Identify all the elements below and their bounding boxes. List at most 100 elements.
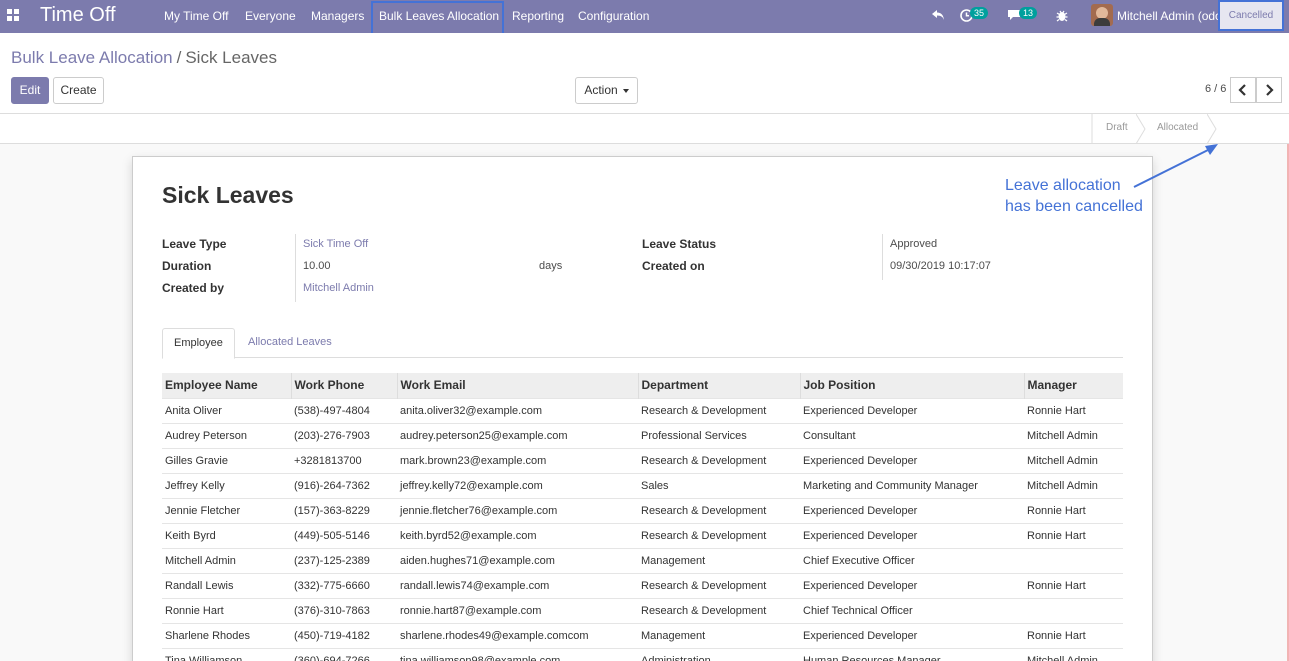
chevron-right-icon [1266,84,1274,96]
table-cell: ronnie.hart87@example.com [397,597,638,623]
table-cell: audrey.peterson25@example.com [397,422,638,448]
pager-previous-button[interactable] [1230,77,1256,103]
table-cell: mark.brown23@example.com [397,447,638,473]
table-cell: Sales [638,472,800,498]
table-cell: Mitchell Admin [1024,447,1123,473]
table-cell: Ronnie Hart [1024,522,1123,548]
table-cell: Mitchell Admin [1024,647,1123,661]
menu-my-time-off[interactable]: My Time Off [164,9,228,23]
table-cell: (157)-363-8229 [291,497,397,523]
breadcrumb-parent[interactable]: Bulk Leave Allocation [11,48,173,67]
table-cell: Randall Lewis [162,572,291,598]
table-header-row: Employee Name Work Phone Work Email Departm… [162,373,1123,398]
table-cell: Gilles Gravie [162,447,291,473]
table-cell: Jeffrey Kelly [162,472,291,498]
stage-cancelled-current[interactable]: Cancelled [1218,0,1284,31]
menu-reporting[interactable]: Reporting [512,9,564,23]
edit-button[interactable]: Edit [11,77,49,104]
table-row[interactable]: Anita Oliver (538)-497-4804 anita.oliver32… [162,397,1123,423]
control-panel: Bulk Leave Allocation / Sick Leaves Edit C… [0,33,1289,114]
stage-allocated[interactable]: Allocated [1157,122,1198,133]
tab-allocated-leaves[interactable]: Allocated Leaves [237,328,343,358]
record-title: Sick Leaves [162,182,294,208]
table-cell: Keith Byrd [162,522,291,548]
table-cell: Human Resources Manager [800,647,1024,661]
breadcrumb-current: Sick Leaves [185,48,278,67]
table-cell: Research & Development [638,397,800,423]
column-header[interactable]: Work Email [396,373,638,398]
table-cell: Sharlene Rhodes [162,622,291,648]
table-cell: Marketing and Community Manager [800,472,1024,498]
created-by-value[interactable]: Mitchell Admin [303,282,374,294]
table-cell: randall.lewis74@example.com [397,572,638,598]
create-button[interactable]: Create [53,77,104,104]
table-cell: (360)-694-7266 [291,647,397,661]
table-cell: Ronnie Hart [1024,622,1123,648]
table-cell: Experienced Developer [800,497,1024,523]
table-cell: Ronnie Hart [1024,397,1123,423]
duration-unit: days [539,260,563,272]
table-cell [1024,597,1123,623]
table-row[interactable]: Jennie Fletcher (157)-363-8229 jennie.flet… [162,497,1123,523]
column-header[interactable]: Work Phone [290,373,397,398]
annotation-text: Leave allocation has been cancelled [1005,175,1143,217]
column-header[interactable]: Job Position [799,373,1024,398]
pager-next-button[interactable] [1256,77,1282,103]
annotation-line-1: Leave allocation [1005,177,1121,194]
duration-label: Duration [162,259,212,273]
statusbar: Draft Allocated [0,114,1289,144]
created-on-value: 09/30/2019 10:17:07 [890,260,991,272]
table-cell: Tina Williamson [162,647,291,661]
leave-status-value: Approved [890,238,938,250]
table-cell: (450)-719-4182 [291,622,397,648]
created-by-label: Created by [162,281,225,295]
undo-icon[interactable] [931,9,945,21]
table-cell: Research & Development [638,597,800,623]
column-header[interactable]: Manager [1023,373,1123,398]
menu-managers[interactable]: Managers [311,9,364,23]
table-cell: (376)-310-7863 [291,597,397,623]
messages-count-badge: 13 [1019,7,1038,19]
column-header[interactable]: Department [637,373,800,398]
duration-value: 10.00 [303,260,331,272]
leave-type-value[interactable]: Sick Time Off [303,238,368,250]
top-navbar: Time Off My Time Off Everyone Managers B… [0,0,1289,37]
table-cell: Ronnie Hart [162,597,291,623]
table-row[interactable]: Ronnie Hart (376)-310-7863 ronnie.hart87@e… [162,597,1123,623]
tab-employee[interactable]: Employee [162,328,235,359]
apps-menu-icon[interactable] [7,9,19,21]
field-divider [882,234,883,280]
activity-count-badge: 35 [970,7,989,19]
column-header[interactable]: Employee Name [162,373,291,398]
table-cell: Management [638,547,800,573]
stage-draft[interactable]: Draft [1106,122,1128,133]
table-row[interactable]: Jeffrey Kelly (916)-264-7362 jeffrey.kelly… [162,472,1123,498]
table-row[interactable]: Gilles Gravie +3281813700 mark.brown23@exa… [162,447,1123,473]
leave-type-label: Leave Type [162,237,227,251]
table-cell: Research & Development [638,497,800,523]
menu-everyone[interactable]: Everyone [245,9,296,23]
table-row[interactable]: Sharlene Rhodes (450)-719-4182 sharlene.rh… [162,622,1123,648]
table-row[interactable]: Tina Williamson (360)-694-7266 tina.willia… [162,647,1123,661]
table-cell: +3281813700 [291,447,397,473]
table-cell: (538)-497-4804 [291,397,397,423]
table-row[interactable]: Mitchell Admin (237)-125-2389 aiden.hughes… [162,547,1123,573]
user-avatar[interactable] [1091,4,1113,26]
table-cell: Ronnie Hart [1024,497,1123,523]
table-cell: Mitchell Admin [1024,472,1123,498]
table-cell: jennie.fletcher76@example.com [397,497,638,523]
table-cell: aiden.hughes71@example.com [397,547,638,573]
menu-configuration[interactable]: Configuration [578,9,649,23]
annotation-line-2: has been cancelled [1005,198,1143,215]
table-cell: Ronnie Hart [1024,572,1123,598]
debug-bug-icon[interactable] [1056,9,1068,22]
table-cell: Chief Executive Officer [800,547,1024,573]
table-row[interactable]: Keith Byrd (449)-505-5146 keith.byrd52@exa… [162,522,1123,548]
table-row[interactable]: Randall Lewis (332)-775-6660 randall.lewis… [162,572,1123,598]
action-dropdown[interactable]: Action [575,77,638,104]
table-cell: (203)-276-7903 [291,422,397,448]
pager-value[interactable]: 6 / 6 [1205,83,1226,95]
table-cell: (237)-125-2389 [291,547,397,573]
table-row[interactable]: Audrey Peterson (203)-276-7903 audrey.pete… [162,422,1123,448]
app-title[interactable]: Time Off [40,4,116,27]
